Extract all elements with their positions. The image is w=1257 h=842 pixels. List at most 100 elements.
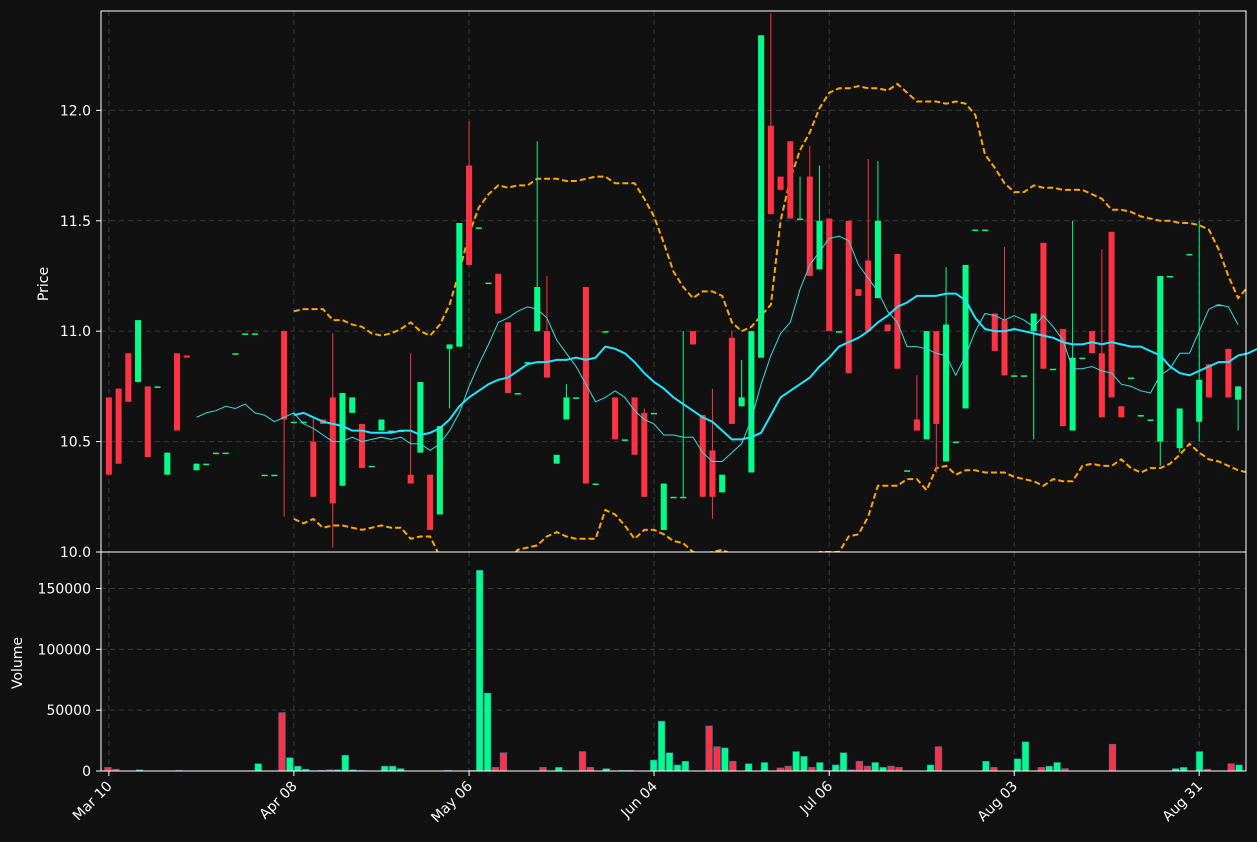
candle-body bbox=[125, 353, 132, 402]
candle-body bbox=[242, 333, 249, 335]
candle-body bbox=[222, 452, 229, 455]
candle-body bbox=[670, 496, 677, 499]
volume-bar bbox=[729, 760, 737, 772]
volume-bar bbox=[1195, 751, 1204, 772]
volume-bar bbox=[104, 767, 112, 772]
candle-body bbox=[835, 331, 843, 333]
volume-bar bbox=[673, 764, 682, 772]
candle-body bbox=[427, 474, 434, 530]
price-tick-label: 10.5 bbox=[60, 435, 91, 451]
volume-bar bbox=[476, 569, 484, 772]
candle-body bbox=[1079, 357, 1086, 360]
candle-body bbox=[1050, 368, 1057, 371]
volume-tick-label: 100000 bbox=[38, 642, 91, 658]
candle-body bbox=[904, 470, 911, 472]
candle-body bbox=[271, 474, 278, 477]
candlestick-chart: 10.010.511.011.512.0 050000100000150000 … bbox=[0, 0, 1257, 842]
candle-body bbox=[193, 463, 200, 471]
volume-bar bbox=[483, 692, 492, 772]
volume-bar bbox=[990, 767, 998, 772]
candle-body bbox=[1176, 408, 1183, 449]
candle-body bbox=[699, 415, 706, 497]
candle-body bbox=[894, 253, 901, 369]
candle-body bbox=[232, 353, 239, 355]
candle-body bbox=[154, 386, 161, 388]
volume-bar bbox=[816, 762, 824, 772]
candle-body bbox=[164, 452, 171, 475]
volume-bar bbox=[1037, 767, 1045, 772]
volume-bar bbox=[982, 760, 990, 772]
volume-bar bbox=[887, 765, 895, 772]
price-tick-label: 11.0 bbox=[60, 324, 91, 340]
candle-body bbox=[728, 337, 735, 424]
candle-body bbox=[1040, 242, 1047, 369]
candle-body bbox=[612, 397, 619, 440]
volume-bar bbox=[650, 759, 658, 772]
candle-body bbox=[212, 452, 219, 455]
volume-bar bbox=[341, 754, 349, 772]
volume-bar bbox=[578, 751, 587, 772]
candle-body bbox=[816, 220, 823, 270]
candle-body bbox=[543, 331, 550, 378]
candle-body bbox=[203, 463, 210, 466]
candle-body bbox=[738, 397, 745, 407]
volume-bar bbox=[1013, 758, 1022, 772]
volume-bar bbox=[381, 765, 389, 772]
candle-body bbox=[621, 439, 628, 441]
volume-bar bbox=[665, 752, 674, 772]
volume-bar bbox=[1045, 765, 1053, 772]
candle-body bbox=[290, 421, 297, 424]
chart-background bbox=[0, 0, 1257, 842]
volume-bar bbox=[744, 763, 753, 772]
candle-body bbox=[553, 454, 560, 464]
volume-bar bbox=[895, 767, 903, 772]
candle-body bbox=[144, 386, 151, 458]
candle-body bbox=[281, 331, 288, 420]
candle-body bbox=[1118, 406, 1125, 418]
candle-body bbox=[826, 218, 833, 332]
volume-tick-label: 150000 bbox=[38, 582, 91, 598]
candle-body bbox=[1147, 419, 1154, 422]
candle-body bbox=[1196, 379, 1203, 422]
candle-body bbox=[1001, 320, 1008, 376]
candle-body bbox=[1225, 348, 1232, 398]
candle-body bbox=[105, 397, 112, 475]
volume-bar bbox=[1108, 743, 1117, 772]
candle-body bbox=[349, 397, 356, 413]
price-tick-label: 10.0 bbox=[60, 545, 91, 561]
volume-bar bbox=[808, 767, 816, 772]
candle-body bbox=[933, 331, 940, 424]
candle-body bbox=[1020, 375, 1027, 377]
candle-body bbox=[1011, 375, 1018, 377]
candle-body bbox=[261, 474, 268, 477]
price-axis-label: Price bbox=[36, 267, 52, 301]
volume-bar bbox=[657, 720, 666, 772]
candle-body bbox=[855, 289, 862, 296]
volume-bar bbox=[713, 746, 721, 772]
candle-body bbox=[504, 322, 512, 394]
candle-body bbox=[563, 397, 570, 420]
candle-body bbox=[991, 313, 998, 352]
candle-body bbox=[135, 320, 142, 382]
candle-body bbox=[1098, 353, 1105, 418]
candle-body bbox=[417, 381, 424, 453]
volume-bar bbox=[855, 760, 864, 772]
volume-bar bbox=[499, 752, 508, 772]
candle-body bbox=[436, 426, 443, 515]
volume-bar bbox=[831, 764, 840, 772]
candle-body bbox=[251, 333, 258, 335]
candle-body bbox=[923, 331, 930, 440]
candle-body bbox=[1128, 377, 1135, 380]
candle-body bbox=[982, 229, 989, 232]
candle-body bbox=[680, 496, 687, 499]
candle-body bbox=[845, 220, 852, 374]
candle-body bbox=[631, 397, 638, 455]
candle-body bbox=[329, 397, 336, 504]
volume-axis-label: Volume bbox=[10, 637, 26, 689]
volume-bar bbox=[1180, 767, 1188, 772]
volume-bar bbox=[839, 752, 848, 772]
volume-bar bbox=[784, 765, 792, 772]
candle-body bbox=[173, 353, 181, 431]
candle-body bbox=[1186, 253, 1193, 256]
candle-body bbox=[972, 229, 979, 232]
